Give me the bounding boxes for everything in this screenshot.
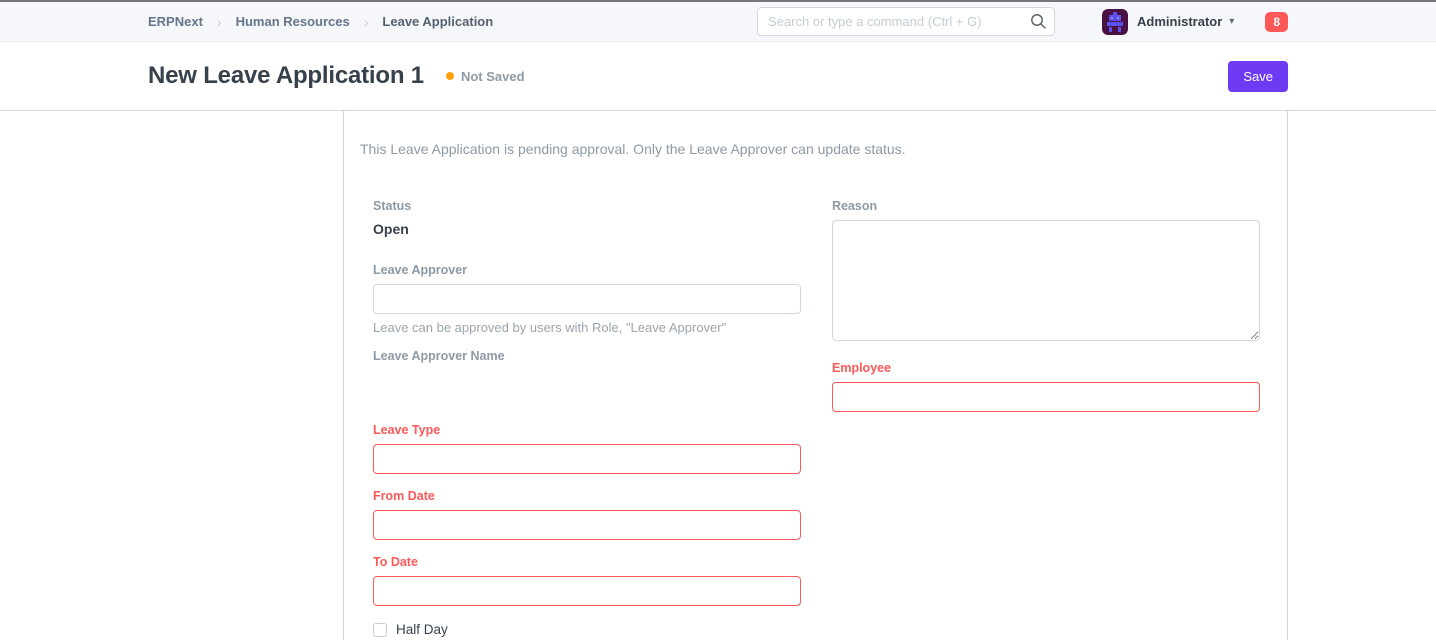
leave-approver-help: Leave can be approved by users with Role… <box>373 320 801 335</box>
leave-approver-label: Leave Approver <box>373 263 801 277</box>
breadcrumb-human-resources[interactable]: Human Resources <box>236 14 350 29</box>
employee-field: Employee <box>832 361 1260 412</box>
form-column-left: Status Open Leave Approver Leave can be … <box>373 199 801 637</box>
half-day-label: Half Day <box>396 622 448 637</box>
leave-approver-input[interactable] <box>373 284 801 314</box>
form-column-right: Reason Employee <box>832 199 1260 637</box>
to-date-input[interactable] <box>373 576 801 606</box>
pending-approval-message: This Leave Application is pending approv… <box>360 139 1271 159</box>
breadcrumb-separator-icon: › <box>217 14 222 30</box>
search-input[interactable] <box>757 7 1055 36</box>
from-date-label: From Date <box>373 489 801 503</box>
leave-type-label: Leave Type <box>373 423 801 437</box>
leave-approver-name-label: Leave Approver Name <box>373 349 801 363</box>
page-title: New Leave Application 1 <box>148 62 424 90</box>
navbar: ERPNext › Human Resources › Leave Applic… <box>0 2 1436 42</box>
reason-label: Reason <box>832 199 1260 213</box>
user-menu[interactable]: Administrator ▾ <box>1128 14 1234 29</box>
notification-badge[interactable]: 8 <box>1265 12 1288 32</box>
status-field: Status Open <box>373 199 801 237</box>
user-name: Administrator <box>1137 14 1222 29</box>
from-date-field: From Date <box>373 489 801 540</box>
save-button[interactable]: Save <box>1228 61 1288 92</box>
half-day-checkbox[interactable] <box>373 623 387 637</box>
search-icon[interactable] <box>1029 12 1047 30</box>
reason-textarea[interactable] <box>832 220 1260 341</box>
employee-input[interactable] <box>832 382 1260 412</box>
status-value: Open <box>373 221 801 237</box>
from-date-input[interactable] <box>373 510 801 540</box>
page-body: This Leave Application is pending approv… <box>0 111 1436 640</box>
avatar[interactable] <box>1102 9 1128 35</box>
form-sidebar <box>148 111 343 640</box>
to-date-label: To Date <box>373 555 801 569</box>
chevron-down-icon: ▾ <box>1229 17 1234 27</box>
reason-field: Reason <box>832 199 1260 346</box>
breadcrumb-leave-application[interactable]: Leave Application <box>382 14 493 29</box>
breadcrumb: ERPNext › Human Resources › Leave Applic… <box>148 14 493 30</box>
leave-type-field: Leave Type <box>373 423 801 474</box>
not-saved-label: Not Saved <box>461 69 525 84</box>
leave-approver-field: Leave Approver Leave can be approved by … <box>373 263 801 335</box>
employee-label: Employee <box>832 361 1260 375</box>
not-saved-indicator: Not Saved <box>446 69 525 84</box>
half-day-field[interactable]: Half Day <box>373 622 801 637</box>
to-date-field: To Date <box>373 555 801 606</box>
robot-identicon-icon <box>1102 9 1128 35</box>
global-search <box>757 7 1055 36</box>
breadcrumb-separator-icon: › <box>364 14 369 30</box>
leave-type-input[interactable] <box>373 444 801 474</box>
form-card: This Leave Application is pending approv… <box>343 111 1288 640</box>
not-saved-dot-icon <box>446 72 454 80</box>
status-label: Status <box>373 199 801 213</box>
leave-approver-name-value <box>373 370 801 408</box>
breadcrumb-erpnext[interactable]: ERPNext <box>148 14 203 29</box>
page-head: New Leave Application 1 Not Saved Save <box>0 42 1436 111</box>
leave-approver-name-field: Leave Approver Name <box>373 349 801 408</box>
